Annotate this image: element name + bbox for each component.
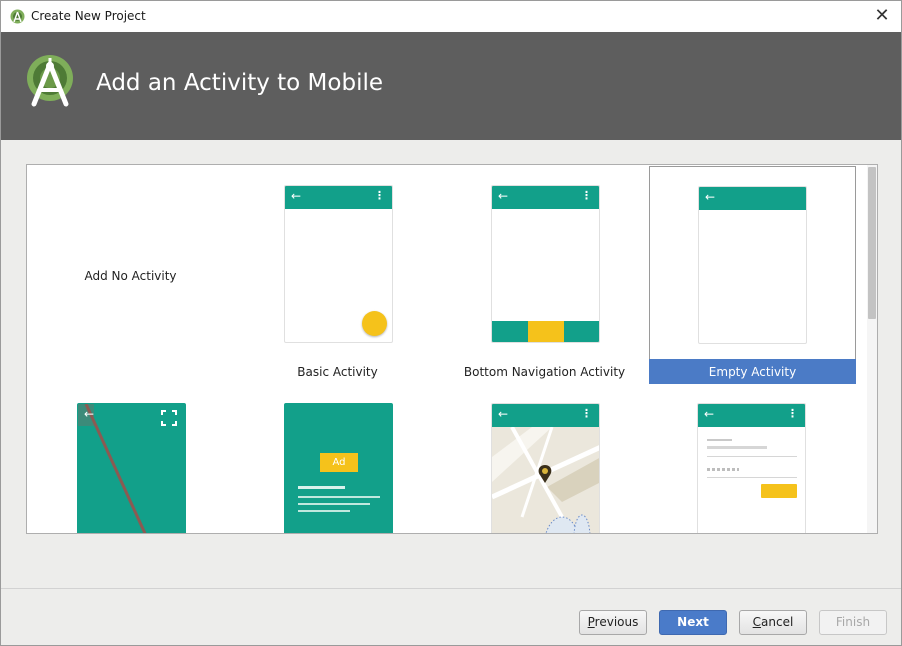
finish-button: Finish [819, 610, 887, 635]
field-divider [707, 456, 797, 457]
tile-empty-activity[interactable]: ← Empty Activity [649, 166, 856, 384]
previous-label-rest: revious [594, 615, 639, 629]
cancel-button[interactable]: Cancel [739, 610, 807, 635]
password-field-dots [707, 468, 739, 471]
app-bar: ← ⋮ [698, 404, 805, 427]
back-arrow-icon: ← [705, 190, 716, 204]
tile-interstitial-ad-activity[interactable]: Ad [234, 383, 441, 533]
ad-badge: Ad [320, 453, 358, 472]
overflow-menu-icon: ⋮ [374, 189, 385, 202]
activity-gallery: Add No Activity ← ⋮ Basic Activity ← ⋮ B… [26, 164, 878, 534]
tile-bottom-navigation-activity[interactable]: ← ⋮ Bottom Navigation Activity [441, 165, 648, 383]
window-title: Create New Project [31, 9, 146, 23]
previous-button[interactable]: Previous [579, 610, 647, 635]
title-bar: Create New Project ✕ [1, 1, 901, 32]
ad-text-line [298, 503, 370, 505]
back-arrow-icon: ← [704, 407, 715, 421]
previous-mnemonic: P [587, 615, 595, 629]
create-new-project-dialog: Create New Project ✕ Add an Activity to … [0, 0, 902, 646]
email-field-line [707, 446, 767, 449]
floating-action-button [362, 311, 387, 336]
wizard-header: Add an Activity to Mobile [1, 32, 901, 140]
cancel-label-rest: ancel [761, 615, 794, 629]
close-icon[interactable]: ✕ [871, 5, 893, 27]
footer-divider [1, 588, 901, 589]
ad-text-line [298, 486, 345, 489]
tile-label: Empty Activity [708, 365, 797, 379]
tile-label: Add No Activity [84, 269, 177, 283]
fullscreen-preview: ← [77, 403, 186, 533]
bottom-nav-bar [492, 321, 599, 342]
app-bar: ← ⋮ [492, 404, 599, 427]
ad-text-line [298, 496, 380, 498]
map-background [492, 427, 599, 533]
android-studio-icon [10, 9, 25, 24]
tile-label: Basic Activity [297, 365, 378, 379]
back-arrow-icon: ← [84, 407, 95, 421]
bottom-navigation-preview: ← ⋮ [491, 185, 600, 343]
tile-maps-activity[interactable]: ← ⋮ [441, 383, 648, 533]
fullscreen-icon [161, 410, 177, 426]
email-field-placeholder [707, 439, 732, 441]
tile-fullscreen-activity[interactable]: ← [27, 383, 234, 533]
back-arrow-icon: ← [291, 189, 302, 203]
app-bar: ← [699, 187, 806, 210]
maps-preview: ← ⋮ [491, 403, 600, 533]
tile-login-activity[interactable]: ← ⋮ [649, 383, 856, 533]
tile-add-no-activity[interactable]: Add No Activity [27, 165, 234, 383]
ad-text-line [298, 510, 350, 512]
android-studio-logo-icon [27, 55, 73, 107]
next-button[interactable]: Next [659, 610, 727, 635]
sign-in-button-preview [761, 484, 797, 498]
ad-preview: Ad [284, 403, 393, 533]
back-arrow-icon: ← [498, 189, 509, 203]
back-arrow-icon: ← [498, 407, 509, 421]
field-divider [707, 477, 797, 478]
app-bar: ← ⋮ [492, 186, 599, 209]
tile-label: Bottom Navigation Activity [463, 365, 626, 379]
bottom-nav-selected-item [528, 321, 564, 342]
login-preview: ← ⋮ [697, 403, 806, 533]
overflow-menu-icon: ⋮ [787, 407, 798, 420]
basic-activity-preview: ← ⋮ [284, 185, 393, 343]
cancel-mnemonic: C [752, 615, 762, 629]
page-title: Add an Activity to Mobile [96, 70, 383, 96]
empty-activity-preview: ← [698, 186, 807, 344]
app-bar: ← ⋮ [285, 186, 392, 209]
overflow-menu-icon: ⋮ [581, 189, 592, 202]
overflow-menu-icon: ⋮ [581, 407, 592, 420]
tile-basic-activity[interactable]: ← ⋮ Basic Activity [234, 165, 441, 383]
gallery-scrollbar[interactable] [867, 165, 877, 533]
scrollbar-thumb[interactable] [868, 167, 876, 319]
